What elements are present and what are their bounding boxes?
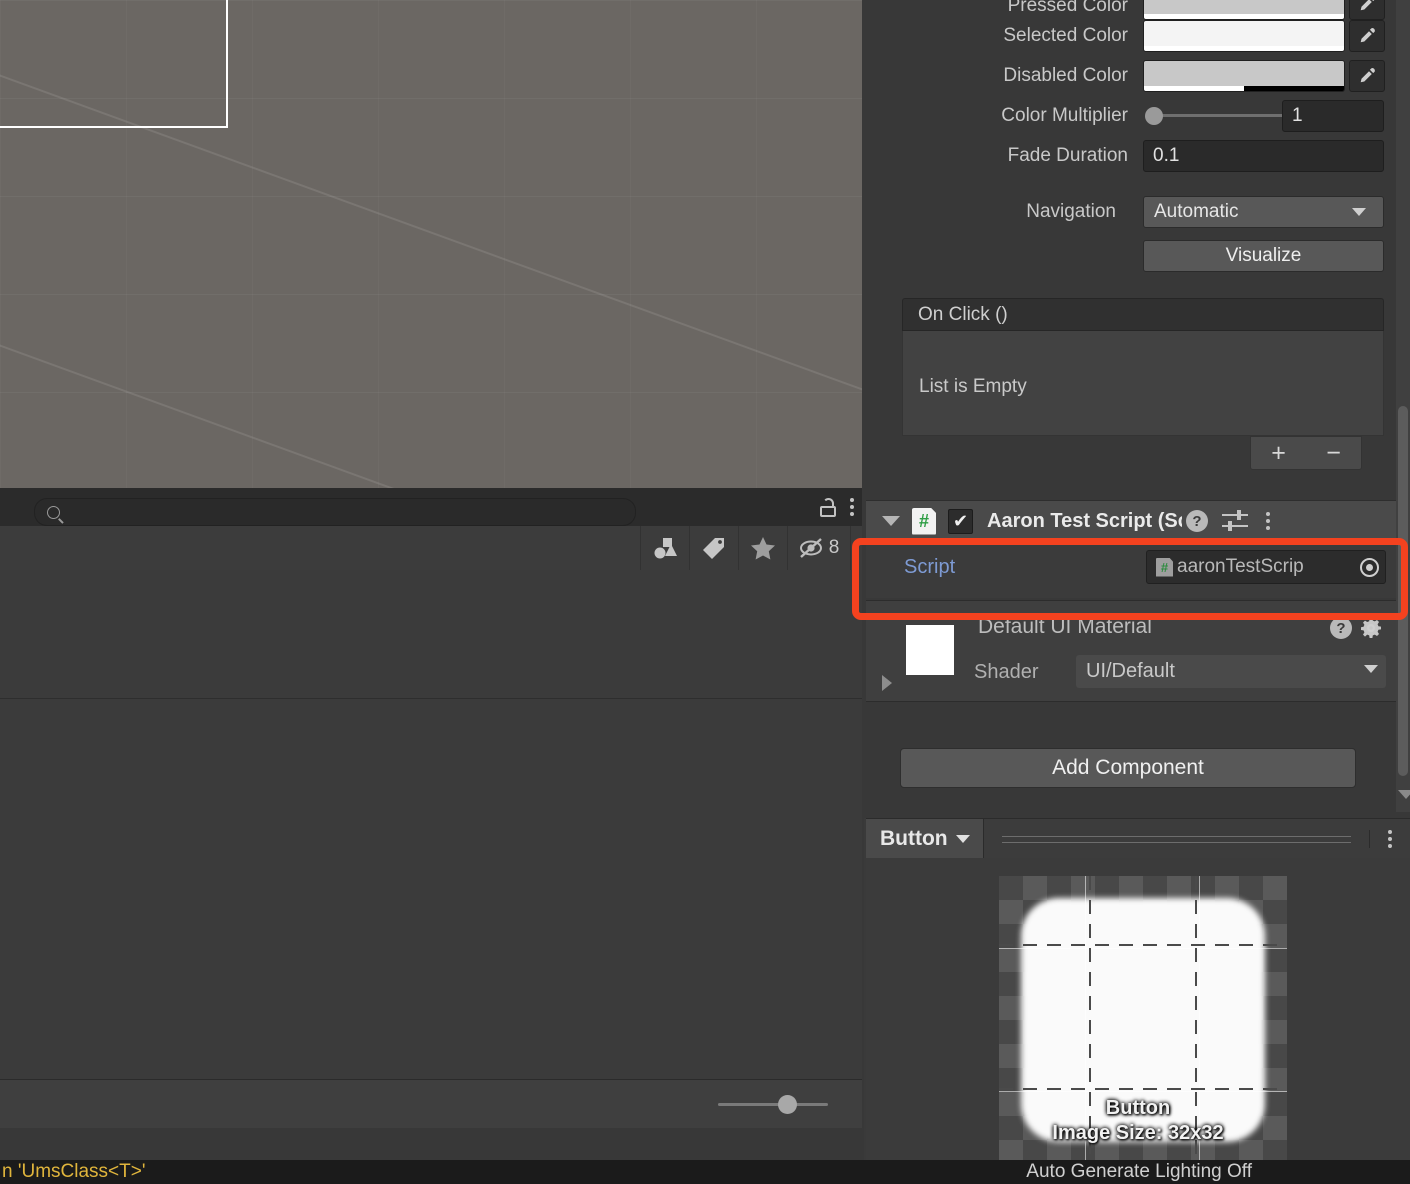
hierarchy-panel: 8 <box>0 488 862 1128</box>
add-component-button[interactable]: Add Component <box>900 748 1356 788</box>
hierarchy-divider <box>0 698 862 699</box>
preview-canvas[interactable]: Button Image Size: 32x32 <box>866 858 1410 1164</box>
csharp-script-icon: # <box>1156 557 1173 577</box>
inspector-scrollbar-thumb[interactable] <box>1398 406 1408 776</box>
status-bar[interactable]: n 'UmsClass<T>' Auto Generate Lighting O… <box>0 1160 1410 1184</box>
kebab-menu-icon[interactable] <box>1266 512 1270 530</box>
material-thumbnail <box>906 625 954 675</box>
script-label: Script <box>904 556 956 578</box>
tag-filter-icon[interactable] <box>690 526 739 570</box>
preset-icon[interactable] <box>1222 510 1248 532</box>
script-object-field[interactable]: # aaronTestScrip <box>1146 550 1386 584</box>
navigation-label: Navigation <box>1026 201 1116 222</box>
scroll-down-arrow-icon[interactable] <box>1398 790 1410 799</box>
component-title: Aaron Test Script (Scrip <box>987 509 1182 532</box>
selected-color-label: Selected Color <box>1003 25 1128 46</box>
preview-object-name: Button <box>880 827 948 850</box>
chevron-down-icon <box>955 835 970 843</box>
zoom-slider-knob[interactable] <box>778 1095 797 1114</box>
hierarchy-filter-buttons: 8 <box>640 526 851 570</box>
material-preview-block: Default UI Material Shader UI/Default ? <box>866 600 1400 702</box>
search-input[interactable] <box>67 503 611 521</box>
disabled-color-swatch[interactable] <box>1143 60 1345 92</box>
preview-menu-button[interactable] <box>1369 830 1410 848</box>
nine-slice-guide <box>999 948 1287 949</box>
selected-color-swatch[interactable] <box>1143 20 1345 52</box>
remove-listener-button[interactable]: − <box>1306 437 1361 469</box>
on-click-header: On Click () <box>902 298 1384 331</box>
fade-duration-value[interactable]: 0.1 <box>1143 140 1384 172</box>
search-input-wrapper[interactable] <box>34 498 636 526</box>
preview-sprite-name: Button <box>1105 1097 1171 1119</box>
disabled-color-label: Disabled Color <box>1003 65 1128 86</box>
enabled-checkbox[interactable]: ✔ <box>948 508 973 534</box>
preview-image-size: Image Size: 32x32 <box>1052 1122 1224 1144</box>
kebab-menu-icon[interactable] <box>850 498 854 516</box>
visualize-button[interactable]: Visualize <box>1143 240 1384 272</box>
help-icon[interactable]: ? <box>1330 617 1352 639</box>
help-icon[interactable]: ? <box>1186 510 1208 532</box>
preview-header-bar: Button <box>866 818 1410 860</box>
hierarchy-list[interactable] <box>0 570 862 1098</box>
color-multiplier-slider-knob[interactable] <box>1145 107 1163 125</box>
search-icon <box>47 505 60 519</box>
shader-label: Shader <box>974 661 1039 683</box>
fade-duration-label: Fade Duration <box>1007 145 1128 166</box>
hierarchy-footer <box>0 1079 862 1128</box>
material-foldout-icon[interactable] <box>882 675 892 691</box>
shader-dropdown[interactable]: UI/Default <box>1076 655 1386 688</box>
on-click-add-remove: + − <box>1250 436 1362 470</box>
kebab-menu-icon[interactable] <box>1388 830 1392 848</box>
on-click-list[interactable]: List is Empty <box>902 331 1384 436</box>
component-header-aaron-test-script[interactable]: # ✔ Aaron Test Script (Scrip ? <box>866 500 1400 541</box>
lock-icon[interactable] <box>820 497 836 517</box>
selected-color-eyedropper[interactable] <box>1349 20 1385 52</box>
foldout-triangle-icon[interactable] <box>882 516 900 526</box>
gear-icon[interactable] <box>1360 617 1382 639</box>
nine-slice-guide <box>999 1091 1287 1092</box>
nine-slice-dashed-guide <box>999 1088 1287 1090</box>
disabled-color-eyedropper[interactable] <box>1349 60 1385 92</box>
color-multiplier-slider-track[interactable] <box>1157 114 1287 117</box>
material-name: Default UI Material <box>978 615 1152 638</box>
shapes-filter-icon[interactable] <box>640 526 690 570</box>
selection-outline <box>0 0 228 128</box>
chevron-down-icon <box>1352 208 1366 216</box>
favorite-star-icon[interactable] <box>739 526 788 570</box>
preview-overlay-text: Button Image Size: 32x32 <box>866 1096 1410 1146</box>
script-field-row: Script # aaronTestScrip <box>866 540 1400 598</box>
hidden-objects-count: 8 <box>828 537 840 558</box>
preview-panel: Button Button Image Size: 32x32 <box>864 818 1410 1164</box>
script-object-value: aaronTestScrip <box>1177 556 1304 577</box>
preview-drag-handle[interactable] <box>984 835 1369 843</box>
csharp-script-icon: # <box>912 507 936 535</box>
status-bar-message: n 'UmsClass<T>' <box>2 1161 146 1182</box>
color-multiplier-label: Color Multiplier <box>1001 105 1128 126</box>
object-picker-icon[interactable] <box>1360 557 1379 577</box>
chevron-down-icon <box>1364 665 1378 673</box>
scene-view[interactable] <box>0 0 862 488</box>
on-click-empty-label: List is Empty <box>919 376 1027 397</box>
pressed-color-label: Pressed Color <box>1007 0 1128 16</box>
add-listener-button[interactable]: + <box>1251 437 1306 469</box>
preview-object-dropdown[interactable]: Button <box>866 819 984 859</box>
color-multiplier-value[interactable]: 1 <box>1282 100 1384 132</box>
zoom-slider-track[interactable] <box>718 1103 828 1106</box>
nine-slice-dashed-guide <box>999 944 1287 946</box>
navigation-dropdown[interactable]: Automatic <box>1143 196 1384 228</box>
hidden-objects-icon[interactable]: 8 <box>788 526 851 570</box>
lighting-status-label: Auto Generate Lighting Off <box>1026 1161 1252 1182</box>
